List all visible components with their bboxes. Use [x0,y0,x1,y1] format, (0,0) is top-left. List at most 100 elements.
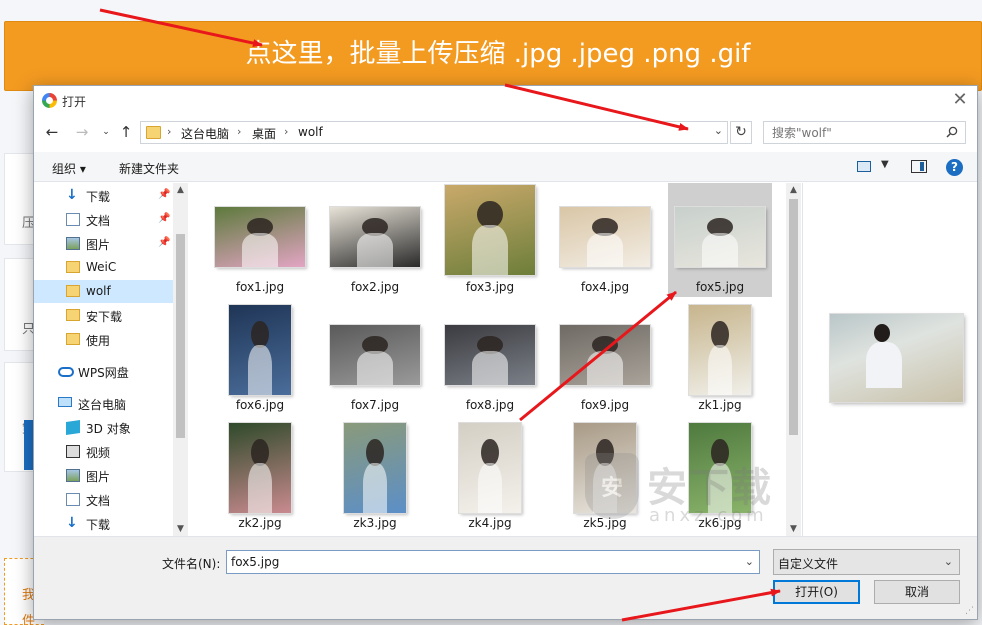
app-logo-icon [42,93,57,108]
picture-icon [66,469,80,482]
file-type-select[interactable]: 自定义文件 ⌄ [773,549,960,575]
breadcrumb-desktop[interactable]: 桌面 [252,125,276,142]
nav-item-label: 这台电脑 [78,398,127,412]
file-name: fox1.jpg [235,280,285,294]
nav-item[interactable]: ↓ 下载 📌 [34,184,173,207]
resize-grip-icon[interactable]: ⋰ [965,606,974,616]
document-icon [66,213,80,226]
open-file-dialog: 打开 ✕ ← → ⌄ ↑ › 这台电脑 › 桌面 › wolf ⌄ ↻ 组织 ▾… [33,85,978,620]
nav-item-label: 图片 [86,470,111,484]
file-thumbnail [344,423,406,513]
view-mode-icon[interactable] [857,161,871,172]
file-name: zk1.jpg [698,398,742,412]
scroll-down-icon[interactable]: ▼ [173,524,188,534]
breadcrumb-this-pc[interactable]: 这台电脑 [181,125,229,142]
recent-locations-chevron-icon[interactable]: ⌄ [96,122,116,142]
nav-item[interactable]: WeiC [34,256,173,279]
nav-item[interactable]: 视频 [34,440,173,463]
nav-item[interactable]: WPS网盘 [34,360,173,383]
nav-scrollbar-thumb[interactable] [176,234,185,438]
scroll-down-icon[interactable]: ▼ [786,524,801,534]
picture-icon [66,237,80,250]
scroll-up-icon[interactable]: ▲ [786,185,801,195]
nav-item[interactable]: 图片 [34,464,173,487]
nav-item-label: 3D 对象 [86,422,131,436]
new-folder-button[interactable]: 新建文件夹 [119,160,179,177]
file-tile[interactable]: fox8.jpg [438,297,542,415]
file-tile[interactable]: fox6.jpg [208,297,312,415]
close-icon[interactable]: ✕ [949,90,971,112]
file-tile[interactable]: zk4.jpg [438,415,542,533]
organize-menu-button[interactable]: 组织 ▾ [52,160,86,177]
view-options-chevron-icon[interactable]: ▼ [881,159,889,170]
file-name: fox2.jpg [350,280,400,294]
address-bar[interactable]: › 这台电脑 › 桌面 › wolf ⌄ [140,121,728,144]
cube-icon [66,420,80,435]
file-tile[interactable]: fox2.jpg [323,183,427,297]
help-icon[interactable]: ? [946,159,963,176]
file-tile[interactable]: fox1.jpg [208,183,312,297]
nav-item[interactable]: 图片 📌 [34,232,173,255]
nav-item-label: 安下载 [86,310,123,324]
file-thumbnail [689,305,751,395]
nav-item-label: 图片 [86,238,111,252]
forward-arrow-icon[interactable]: → [72,122,92,142]
search-input[interactable] [764,122,942,143]
search-icon[interactable] [946,126,958,138]
file-name: zk4.jpg [468,516,512,530]
nav-item[interactable]: 文档 📌 [34,208,173,231]
preview-pane-toggle-icon[interactable] [911,160,927,173]
file-tile[interactable]: fox3.jpg [438,183,542,297]
file-list: fox1.jpg fox2.jpg fox3.jpg fox4.jpg fox5.jpg… [190,183,801,536]
nav-item[interactable]: 文档 [34,488,173,511]
open-button[interactable]: 打开(O) [773,580,860,604]
breadcrumb-separator: › [167,125,172,138]
batch-upload-banner[interactable]: 点这里，批量上传压缩 .jpg .jpeg .png .gif [4,21,982,91]
file-tile[interactable]: fox4.jpg [553,183,657,297]
title-bar[interactable]: 打开 ✕ [34,86,977,116]
nav-item-label: 文档 [86,214,111,228]
file-thumbnail [459,423,521,513]
file-scrollbar-thumb[interactable] [789,199,798,435]
nav-item[interactable]: 使用 [34,328,173,351]
navigation-pane: ↓ 下载 📌 文档 📌 图片 📌 WeiC wolf 安下载 使用 WPS网盘 这台电脑 3D 对象 视频图… [34,183,188,536]
file-tile[interactable]: zk6.jpg [668,415,772,533]
file-name: fox5.jpg [695,280,745,294]
file-tile[interactable]: zk5.jpg [553,415,657,533]
filename-input[interactable] [227,551,737,573]
folder-icon [146,126,161,139]
file-tile[interactable]: fox9.jpg [553,297,657,415]
chevron-down-icon[interactable]: ⌄ [745,555,754,568]
nav-item-label: wolf [86,284,111,298]
file-thumbnail [574,423,636,513]
file-name: zk6.jpg [698,516,742,530]
cancel-button[interactable]: 取消 [874,580,960,604]
nav-item[interactable]: wolf [34,280,173,303]
nav-scrollbar[interactable]: ▲ ▼ [173,183,188,536]
file-tile[interactable]: fox7.jpg [323,297,427,415]
file-list-scrollbar[interactable]: ▲ ▼ [786,183,801,536]
file-tile[interactable]: zk3.jpg [323,415,427,533]
pin-icon: 📌 [158,189,171,200]
refresh-icon[interactable]: ↻ [730,121,752,144]
nav-item[interactable]: 3D 对象 [34,416,173,439]
file-thumbnail [560,207,650,267]
scroll-up-icon[interactable]: ▲ [173,185,188,195]
file-name: fox7.jpg [350,398,400,412]
file-tile[interactable]: zk2.jpg [208,415,312,533]
breadcrumb-wolf[interactable]: wolf [298,125,323,139]
file-thumbnail [215,207,305,267]
video-icon [66,445,80,458]
filename-combobox[interactable]: ⌄ [226,550,760,574]
file-tile[interactable]: fox5.jpg [668,183,772,297]
chevron-down-icon[interactable]: ⌄ [714,124,723,137]
file-type-value: 自定义文件 [778,557,839,571]
up-arrow-icon[interactable]: ↑ [116,122,136,142]
nav-item[interactable]: 安下载 [34,304,173,327]
back-arrow-icon[interactable]: ← [42,122,62,142]
search-box[interactable] [763,121,966,144]
file-tile[interactable]: zk1.jpg [668,297,772,415]
nav-item[interactable]: ↓ 下载 [34,512,173,535]
pin-icon: 📌 [158,213,171,224]
nav-item[interactable]: 这台电脑 [34,392,173,415]
